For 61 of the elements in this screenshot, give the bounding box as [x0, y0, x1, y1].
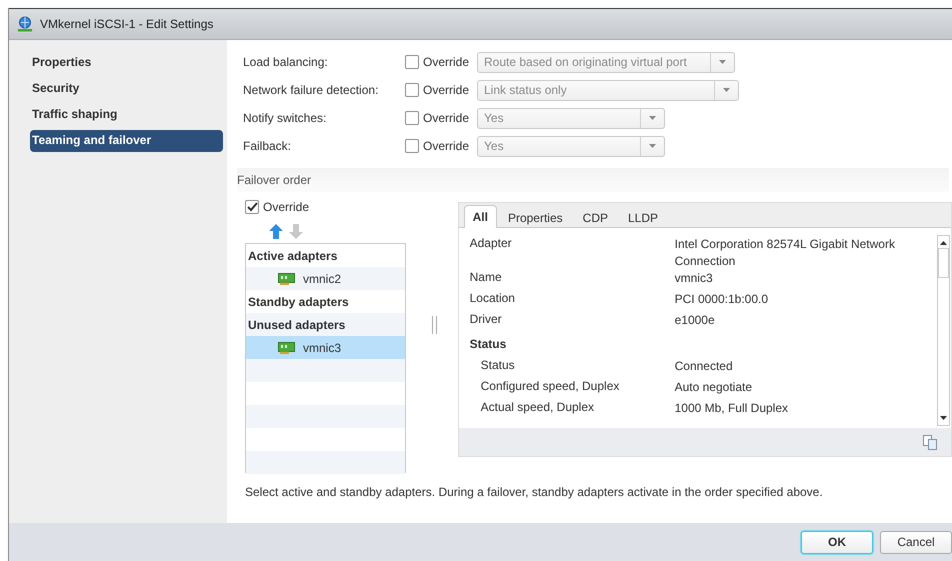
- hint-text: Select active and standby adapters. During a failover, standby adapters activate in the order specified above.: [245, 485, 824, 499]
- move-up-icon[interactable]: [269, 224, 283, 239]
- override-checkbox[interactable]: [245, 200, 259, 214]
- setting-label: Network failure detection:: [243, 83, 380, 97]
- sidebar-item[interactable]: Teaming and failover: [30, 130, 223, 152]
- sidebar-item[interactable]: Traffic shaping: [30, 104, 223, 126]
- property-value: e1000e: [674, 312, 716, 329]
- property-value: Auto negotiate: [674, 379, 754, 396]
- property-name: Status: [480, 358, 516, 374]
- checkmark-icon: [246, 202, 258, 212]
- caret-icon: [649, 116, 656, 120]
- override-checkbox[interactable]: [405, 55, 419, 69]
- property-name: Adapter: [470, 236, 513, 252]
- property-value: Connected: [674, 358, 734, 375]
- sidebar-item[interactable]: Properties: [30, 52, 223, 74]
- window-title: VMkernel iSCSI-1 - Edit Settings: [40, 17, 214, 31]
- scroll-up-icon[interactable]: [940, 241, 947, 245]
- network-card-icon: [278, 342, 295, 354]
- section-label: Status: [470, 337, 508, 353]
- cancel-button[interactable]: Cancel: [880, 530, 952, 554]
- splitter-handle[interactable]: [432, 316, 437, 334]
- group-header: Unused adapters: [246, 313, 405, 336]
- checkbox-label: Override: [423, 139, 470, 153]
- scrollbar[interactable]: [937, 235, 950, 426]
- tab[interactable]: CDP: [574, 207, 617, 227]
- checkbox-label: Override: [263, 200, 310, 214]
- override-checkbox[interactable]: [405, 83, 419, 97]
- sidebar-item[interactable]: Security: [30, 78, 223, 100]
- tab[interactable]: Properties: [498, 207, 572, 227]
- property-name: Name: [470, 270, 503, 286]
- adapter-name: vmnic2: [303, 272, 342, 286]
- adapter-row[interactable]: vmnic3: [246, 336, 405, 359]
- copy-icon[interactable]: [923, 434, 937, 450]
- caret-icon: [719, 60, 726, 64]
- adapter-name: vmnic3: [303, 340, 342, 354]
- scroll-down-icon[interactable]: [940, 416, 947, 420]
- tab[interactable]: LLDP: [619, 207, 668, 227]
- property-value: PCI 0000:1b:00.0: [674, 291, 770, 308]
- network-globe-icon: [17, 16, 33, 32]
- override-checkbox[interactable]: [405, 111, 419, 125]
- setting-label: Load balancing:: [243, 55, 329, 69]
- caret-icon: [649, 144, 656, 148]
- checkbox-label: Override: [423, 55, 470, 69]
- section-header: Failover order: [237, 168, 949, 192]
- property-name: Location: [470, 291, 516, 307]
- property-value: vmnic3: [674, 270, 714, 287]
- checkbox-label: Override: [423, 111, 470, 125]
- tab[interactable]: All: [464, 205, 497, 228]
- setting-label: Failback:: [243, 139, 292, 153]
- network-card-icon: [278, 272, 295, 284]
- checkbox-label: Override: [423, 83, 470, 97]
- setting-label: Notify switches:: [243, 111, 328, 125]
- override-checkbox[interactable]: [405, 139, 419, 153]
- property-name: Actual speed, Duplex: [480, 400, 596, 416]
- ok-button[interactable]: OK: [801, 530, 873, 554]
- adapter-row[interactable]: vmnic2: [246, 267, 405, 290]
- property-name: Driver: [470, 312, 503, 328]
- caret-icon: [723, 88, 730, 92]
- scroll-thumb[interactable]: [938, 248, 949, 278]
- property-value: 1000 Mb, Full Duplex: [674, 400, 789, 417]
- property-name: Configured speed, Duplex: [480, 379, 620, 395]
